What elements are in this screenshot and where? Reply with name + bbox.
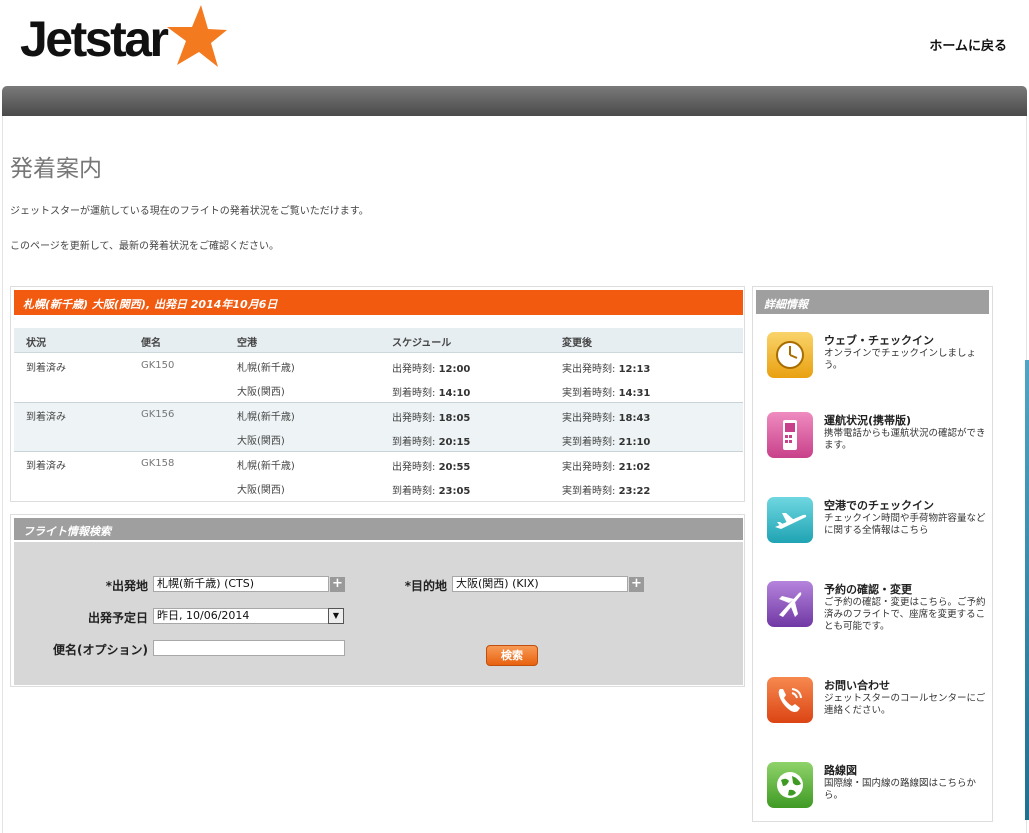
sidebar-item-manage-booking[interactable]: 予約の確認・変更 ご予約の確認・変更はこちら。ご予約済みのフライトで、座席を変更… — [767, 581, 989, 641]
scheduled-arrival-cell: 到着時刻: 20:15 — [392, 437, 471, 448]
flight-number-cell: GK150 — [141, 360, 175, 371]
sidebar-item-desc: 携帯電話からも運航状況の確認ができます。 — [824, 428, 986, 451]
arrival-airport-cell: 大阪(関西) — [237, 387, 285, 398]
flight-number-input[interactable] — [153, 640, 345, 656]
site-header: Jetstar ホームに戻る — [0, 0, 1029, 86]
destination-label: *目的地 — [404, 579, 447, 593]
sidebar-item-contact[interactable]: お問い合わせ ジェットスターのコールセンターにご連絡ください。 — [767, 677, 989, 733]
flight-search-panel: フライト情報検索 — [10, 514, 745, 687]
origin-label: *出発地 — [105, 579, 148, 593]
actual-departure-cell: 実出発時刻: 18:43 — [562, 413, 651, 424]
sidebar-item-title: 運航状況(携帯版) — [824, 414, 912, 427]
flight-number-cell: GK158 — [141, 458, 175, 469]
phone-icon — [778, 688, 802, 712]
flight-results-panel: 札幌(新千歳) 大阪(関西), 出発日 2014年10月6日 状況 便名 空港 … — [10, 286, 745, 502]
flight-number-cell: GK156 — [141, 409, 175, 420]
sidebar-item-title: お問い合わせ — [824, 679, 890, 692]
status-cell: 到着済み — [26, 363, 66, 374]
sidebar-item-desc: 国際線・国内線の路線図はこちらから。 — [824, 778, 977, 801]
decorative-strip — [1025, 360, 1029, 820]
destination-expand-button[interactable]: + — [629, 577, 644, 592]
sidebar-item-title: 空港でのチェックイン — [824, 499, 934, 512]
scheduled-arrival-cell: 到着時刻: 14:10 — [392, 388, 471, 399]
scheduled-departure-cell: 出発時刻: 12:00 — [392, 364, 471, 375]
scheduled-arrival-cell: 到着時刻: 23:05 — [392, 486, 471, 497]
chevron-down-icon[interactable]: ▼ — [328, 608, 344, 624]
info-sidebar: 詳細情報 ウェブ・チェックイン オンラインでチェックインしましょう。 運航状況(… — [752, 286, 993, 822]
table-row: 到着済み GK156 札幌(新千歳) 大阪(関西) 出発時刻: 18:05 到着… — [14, 403, 743, 452]
results-heading: 札幌(新千歳) 大阪(関西), 出発日 2014年10月6日 — [14, 290, 743, 315]
sidebar-item-desc: ジェットスターのコールセンターにご連絡ください。 — [824, 693, 986, 716]
sidebar-item-title: ウェブ・チェックイン — [824, 334, 934, 347]
table-header: 状況 便名 空港 スケジュール 変更後 — [14, 328, 743, 353]
mobile-phone-icon — [783, 420, 797, 450]
actual-departure-cell: 実出発時刻: 21:02 — [562, 462, 651, 473]
intro-text: ジェットスターが運航している現在のフライトの発着状況をご覧いただけます。 — [10, 206, 369, 217]
status-cell: 到着済み — [26, 461, 66, 472]
logo-text: Jetstar — [20, 11, 169, 67]
sidebar-item-airport-checkin[interactable]: 空港でのチェックイン チェックイン時間や手荷物許容量などに関する全情報はこちら — [767, 497, 989, 553]
sidebar-item-desc: チェックイン時間や手荷物許容量などに関する全情報はこちら — [824, 513, 986, 536]
departure-airport-cell: 札幌(新千歳) — [237, 461, 295, 472]
column-flight: 便名 — [141, 338, 161, 349]
status-cell: 到着済み — [26, 412, 66, 423]
jetstar-logo[interactable]: Jetstar — [20, 4, 227, 74]
globe-icon — [777, 772, 803, 798]
destination-select[interactable]: 大阪(関西) (KIX) — [452, 576, 628, 592]
column-updated: 変更後 — [562, 338, 592, 349]
sidebar-item-mobile-status[interactable]: 運航状況(携帯版) 携帯電話からも運航状況の確認ができます。 — [767, 412, 989, 468]
search-heading: フライト情報検索 — [14, 518, 743, 540]
origin-select[interactable]: 札幌(新千歳) (CTS) — [153, 576, 329, 592]
page-title: 発着案内 — [10, 156, 102, 182]
nav-bar — [2, 86, 1027, 116]
date-select[interactable]: 昨日, 10/06/2014 — [153, 608, 329, 624]
search-button[interactable]: 検索 — [486, 645, 538, 666]
sidebar-heading: 詳細情報 — [756, 290, 989, 314]
actual-departure-cell: 実出発時刻: 12:13 — [562, 364, 651, 375]
departure-airport-cell: 札幌(新千歳) — [237, 363, 295, 374]
actual-arrival-cell: 実到着時刻: 14:31 — [562, 388, 651, 399]
scheduled-departure-cell: 出発時刻: 20:55 — [392, 462, 471, 473]
scheduled-departure-cell: 出発時刻: 18:05 — [392, 413, 471, 424]
clock-icon — [776, 341, 804, 369]
airplane-booking-icon — [779, 592, 802, 617]
sidebar-item-desc: オンラインでチェックインしましょう。 — [824, 348, 977, 371]
arrival-airport-cell: 大阪(関西) — [237, 436, 285, 447]
home-link[interactable]: ホームに戻る — [929, 35, 1007, 54]
star-icon — [166, 5, 227, 67]
table-row: 到着済み GK158 札幌(新千歳) 大阪(関西) 出発時刻: 20:55 到着… — [14, 452, 743, 501]
actual-arrival-cell: 実到着時刻: 23:22 — [562, 486, 651, 497]
sidebar-item-title: 予約の確認・変更 — [824, 583, 912, 596]
date-label: 出発予定日 — [87, 611, 148, 625]
intro-text-refresh: このページを更新して、最新の発着状況をご確認ください。 — [10, 241, 279, 252]
sidebar-item-route-map[interactable]: 路線図 国際線・国内線の路線図はこちらから。 — [767, 762, 989, 812]
sidebar-item-title: 路線図 — [824, 764, 857, 777]
airplane-icon — [775, 513, 807, 529]
column-schedule: スケジュール — [392, 338, 452, 349]
table-row: 到着済み GK150 札幌(新千歳) 大阪(関西) 出発時刻: 12:00 到着… — [14, 354, 743, 403]
flight-number-label: 便名(オプション) — [53, 643, 148, 657]
column-status: 状況 — [26, 338, 46, 349]
arrival-airport-cell: 大阪(関西) — [237, 485, 285, 496]
actual-arrival-cell: 実到着時刻: 21:10 — [562, 437, 651, 448]
sidebar-item-web-checkin[interactable]: ウェブ・チェックイン オンラインでチェックインしましょう。 — [767, 332, 989, 388]
sidebar-item-desc: ご予約の確認・変更はこちら。ご予約済みのフライトで、座席を変更することも可能です… — [824, 597, 986, 632]
departure-airport-cell: 札幌(新千歳) — [237, 412, 295, 423]
column-airport: 空港 — [237, 338, 257, 349]
